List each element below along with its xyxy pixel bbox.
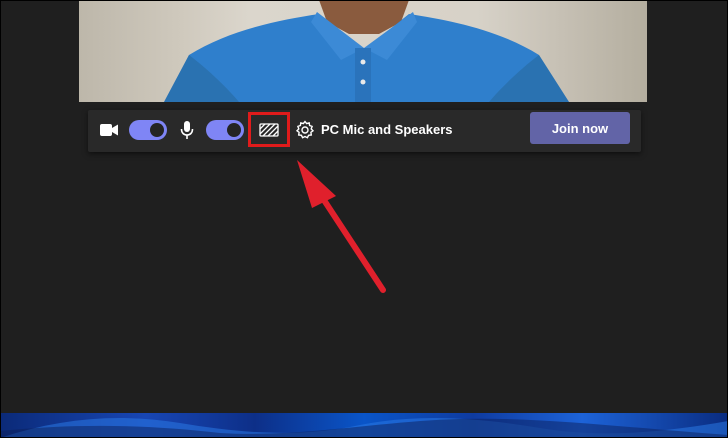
join-now-button[interactable]: Join now xyxy=(530,112,630,144)
gear-icon[interactable] xyxy=(295,120,315,140)
camera-preview xyxy=(79,0,647,102)
camera-toggle-knob xyxy=(150,123,164,137)
microphone-icon xyxy=(180,120,194,140)
background-effects-button[interactable] xyxy=(248,112,290,147)
camera-toggle[interactable] xyxy=(129,120,167,140)
background-effects-icon xyxy=(259,122,279,137)
audio-device-label[interactable]: PC Mic and Speakers xyxy=(321,122,453,137)
microphone-toggle[interactable] xyxy=(206,120,244,140)
microphone-toggle-knob xyxy=(227,123,241,137)
video-camera-icon xyxy=(100,123,118,137)
person-in-preview xyxy=(164,0,569,102)
prejoin-toolbar: PC Mic and Speakers Join now xyxy=(88,110,641,152)
windows-taskbar-wallpaper xyxy=(0,413,728,438)
